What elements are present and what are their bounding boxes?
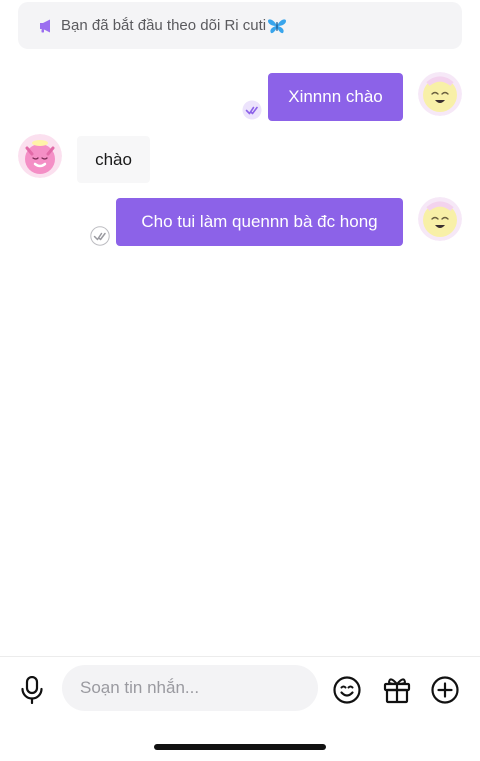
message-bubble-outgoing[interactable]: Cho tui làm quennn bà đc hong <box>116 198 403 246</box>
follow-notice: Bạn đã bắt đầu theo dõi Ri cuti <box>18 2 462 49</box>
my-avatar[interactable] <box>418 197 462 241</box>
message-input[interactable] <box>62 665 318 711</box>
contact-avatar[interactable] <box>18 134 62 178</box>
message-bubble-outgoing[interactable]: Xinnnn chào <box>268 73 403 121</box>
read-status-icon <box>242 100 262 120</box>
microphone-icon[interactable] <box>20 676 44 704</box>
message-bubble-incoming[interactable]: chào <box>77 136 150 183</box>
megaphone-icon <box>40 19 50 32</box>
message-text: chào <box>95 149 132 169</box>
home-indicator <box>154 744 326 750</box>
emoji-icon[interactable] <box>332 675 362 705</box>
avatar-image <box>418 197 462 241</box>
gift-icon[interactable] <box>382 675 412 705</box>
butterfly-icon <box>268 18 287 33</box>
notice-text: Bạn đã bắt đầu theo dõi Ri cuti <box>61 17 267 34</box>
avatar-image <box>18 134 62 178</box>
add-icon[interactable] <box>430 675 460 705</box>
message-text: Cho tui làm quennn bà đc hong <box>141 212 378 231</box>
sent-status-icon <box>90 226 110 246</box>
my-avatar[interactable] <box>418 72 462 116</box>
avatar-image <box>418 72 462 116</box>
message-text: Xinnnn chào <box>288 87 383 106</box>
